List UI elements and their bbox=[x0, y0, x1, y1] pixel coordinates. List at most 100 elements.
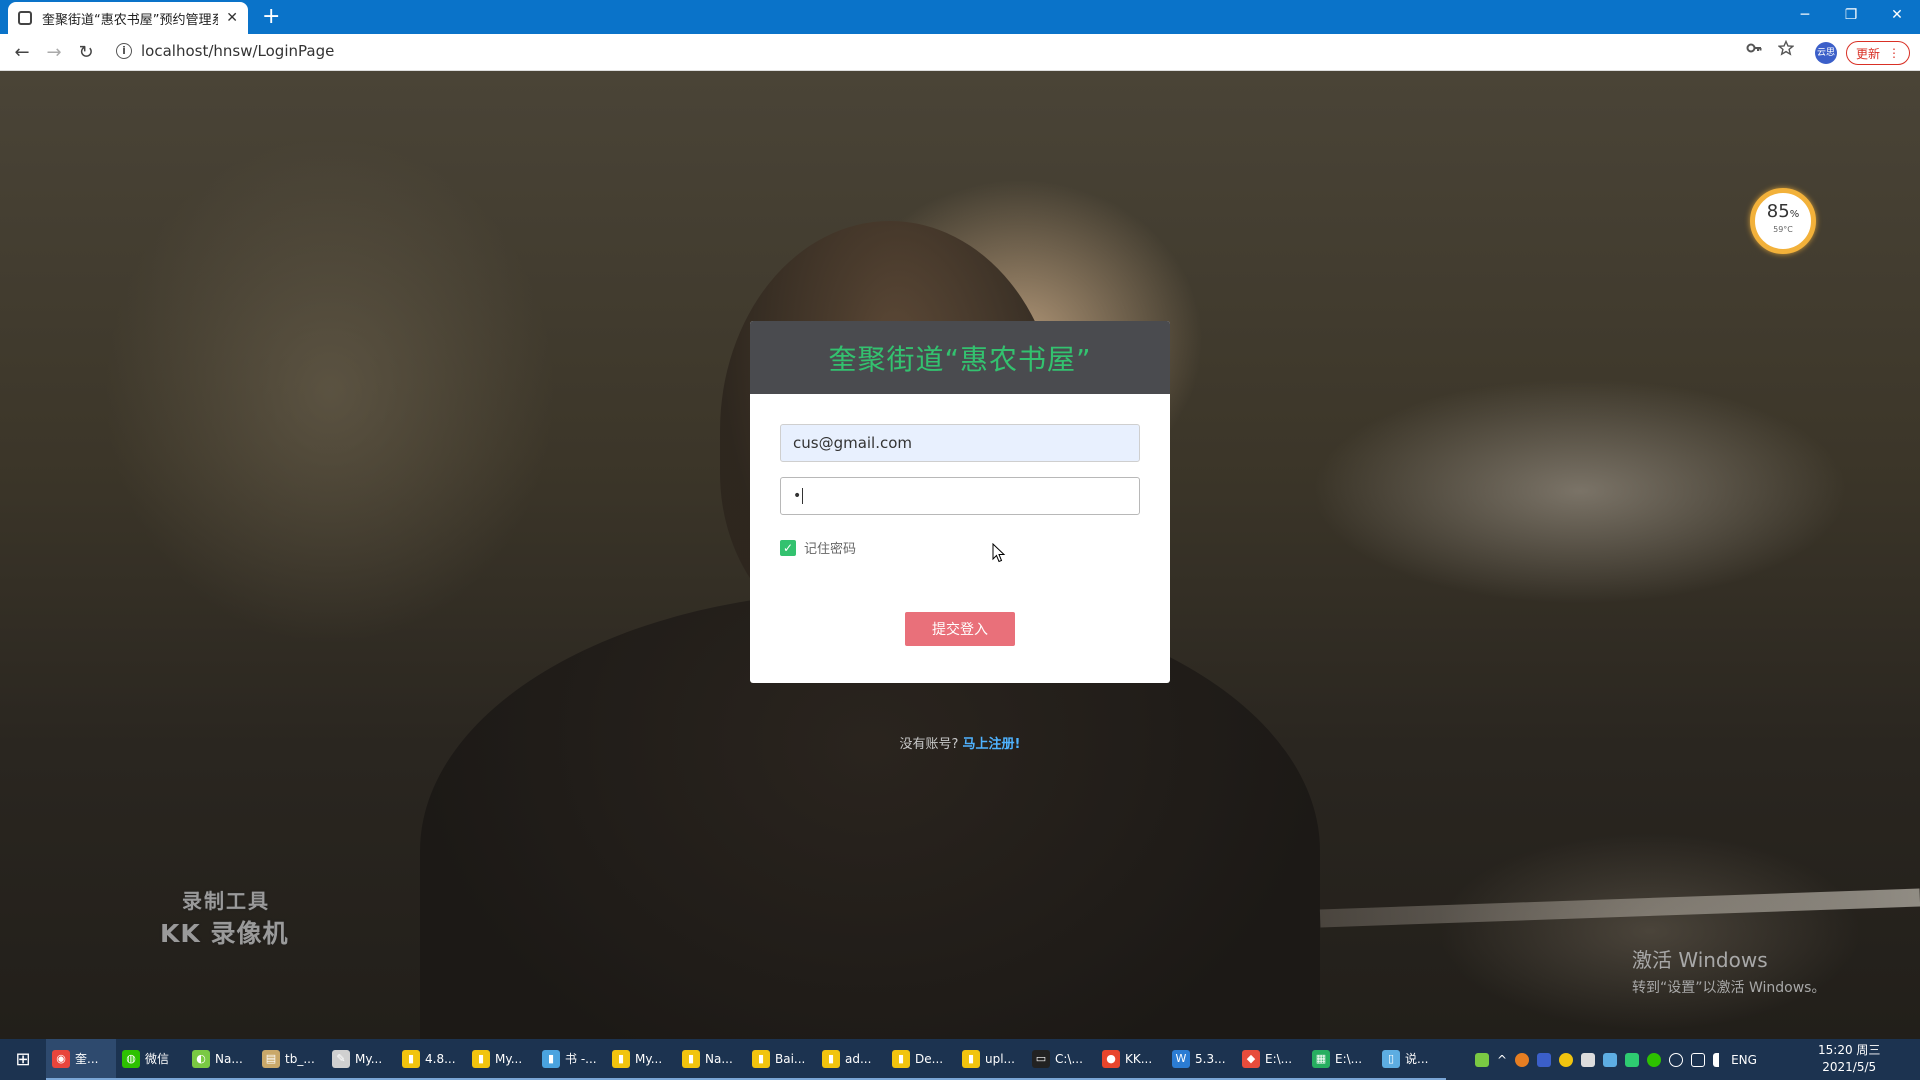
update-button[interactable]: 更新 ⋮ bbox=[1846, 41, 1910, 65]
menu-dots-icon: ⋮ bbox=[1888, 46, 1900, 60]
reload-button[interactable]: ↻ bbox=[72, 38, 100, 66]
password-input[interactable]: • bbox=[780, 477, 1140, 515]
taskbar-clock[interactable]: 15:20 周三 2021/5/5 bbox=[1818, 1042, 1880, 1076]
taskbar-item-label: E:\... bbox=[1265, 1051, 1293, 1066]
tray-bluetooth-icon[interactable] bbox=[1537, 1052, 1552, 1067]
new-tab-button[interactable]: + bbox=[262, 4, 280, 30]
tray-app-icon[interactable] bbox=[1603, 1052, 1618, 1067]
address-bar[interactable]: localhost/hnsw/LoginPage bbox=[141, 42, 334, 60]
register-prompt: 没有账号? 马上注册! bbox=[0, 733, 1920, 752]
app-icon: ▮ bbox=[822, 1049, 840, 1068]
tab-close-icon[interactable]: ✕ bbox=[226, 10, 238, 26]
taskbar-item-label: ad... bbox=[845, 1051, 872, 1066]
taskbar-items: ◉ 奎... ◍ 微信 ◐ Na... ▤ tb_... ✎ My... ▮ 4.8... ▮ My...… bbox=[46, 1039, 1446, 1080]
activate-line2: 转到“设置”以激活 Windows。 bbox=[1632, 980, 1826, 996]
site-favicon-icon bbox=[18, 11, 32, 25]
tray-app-icon[interactable] bbox=[1515, 1052, 1530, 1067]
remember-checkbox[interactable]: ✓ bbox=[780, 539, 796, 556]
tray-expand-icon[interactable]: ^ bbox=[1497, 1053, 1507, 1067]
remember-password[interactable]: ✓ 记住密码 bbox=[780, 538, 856, 557]
restore-button[interactable]: ❐ bbox=[1828, 0, 1874, 30]
tray-battery-icon[interactable] bbox=[1691, 1052, 1706, 1067]
activate-windows-notice: 激活 Windows 转到“设置”以激活 Windows。 bbox=[1632, 944, 1825, 997]
tab-title: 奎聚街道“惠农书屋”预约管理系统 bbox=[42, 12, 218, 28]
profile-avatar[interactable]: 云思 bbox=[1815, 42, 1837, 64]
email-input[interactable]: cus@gmail.com bbox=[780, 424, 1140, 462]
windows-taskbar: ⊞ ◉ 奎... ◍ 微信 ◐ Na... ▤ tb_... ✎ My... ▮ 4.8... ▮ My.… bbox=[0, 1039, 1920, 1080]
taskbar-item-label: My... bbox=[635, 1051, 663, 1066]
taskbar-item[interactable]: ▦ E:\... bbox=[1306, 1039, 1376, 1080]
register-link[interactable]: 马上注册! bbox=[963, 737, 1021, 752]
login-card: 奎聚街道“惠农书屋” cus@gmail.com • ✓ 记住密码 提交登入 bbox=[750, 321, 1170, 683]
tray-wechat-icon[interactable] bbox=[1647, 1052, 1662, 1067]
tray-app-icon[interactable] bbox=[1559, 1052, 1574, 1067]
taskbar-item-label: De... bbox=[915, 1051, 944, 1066]
taskbar-item[interactable]: ▤ tb_... bbox=[256, 1039, 326, 1080]
taskbar-item[interactable]: ▯ 说... bbox=[1376, 1039, 1446, 1080]
tray-app-icon[interactable] bbox=[1581, 1052, 1596, 1067]
back-button[interactable]: ← bbox=[8, 38, 36, 66]
taskbar-item-label: upl... bbox=[985, 1051, 1015, 1066]
app-icon: ▮ bbox=[752, 1049, 770, 1068]
app-icon: ◆ bbox=[1242, 1049, 1260, 1068]
taskbar-item[interactable]: W 5.3... bbox=[1166, 1039, 1236, 1080]
tray-language[interactable]: ENG bbox=[1731, 1053, 1757, 1067]
taskbar-item-label: 4.8... bbox=[425, 1051, 456, 1066]
app-icon: ✎ bbox=[332, 1049, 350, 1068]
taskbar-item[interactable]: ▮ Na... bbox=[676, 1039, 746, 1080]
key-icon[interactable] bbox=[1746, 40, 1762, 60]
no-account-text: 没有账号? bbox=[899, 737, 959, 752]
background-railing bbox=[1319, 888, 1920, 928]
clock-date: 2021/5/5 bbox=[1822, 1060, 1877, 1074]
tray-network-icon[interactable] bbox=[1669, 1052, 1684, 1067]
app-icon: ◐ bbox=[192, 1049, 210, 1068]
taskbar-item[interactable]: ▮ ad... bbox=[816, 1039, 886, 1080]
taskbar-item-label: My... bbox=[355, 1051, 383, 1066]
text-caret bbox=[802, 488, 804, 504]
tray-battery-icon[interactable] bbox=[1475, 1052, 1489, 1067]
taskbar-item-label: 说... bbox=[1405, 1052, 1429, 1066]
taskbar-item-label: E:\... bbox=[1335, 1051, 1363, 1066]
submit-login-button[interactable]: 提交登入 bbox=[905, 612, 1015, 646]
app-icon: ● bbox=[1102, 1049, 1120, 1068]
app-icon: ▮ bbox=[542, 1049, 560, 1068]
taskbar-item[interactable]: ▮ upl... bbox=[956, 1039, 1026, 1080]
taskbar-item[interactable]: ● KK... bbox=[1096, 1039, 1166, 1080]
taskbar-item-label: My... bbox=[495, 1051, 523, 1066]
remember-label: 记住密码 bbox=[804, 542, 857, 557]
battery-widget[interactable]: 85% 59°C bbox=[1750, 188, 1816, 254]
battery-temperature: 59°C bbox=[1773, 225, 1793, 234]
taskbar-item[interactable]: ◍ 微信 bbox=[116, 1039, 186, 1080]
battery-percent: 85% bbox=[1766, 201, 1800, 222]
taskbar-item[interactable]: ▮ 书 -... bbox=[536, 1039, 606, 1080]
site-info-icon[interactable]: i bbox=[116, 43, 132, 59]
start-button[interactable]: ⊞ bbox=[0, 1039, 46, 1080]
recorder-watermark-line2: KK 录像机 bbox=[160, 919, 289, 948]
tray-app-icon[interactable] bbox=[1625, 1052, 1640, 1067]
mouse-cursor-icon bbox=[992, 543, 1006, 563]
star-icon[interactable] bbox=[1777, 39, 1795, 60]
minimize-button[interactable]: ─ bbox=[1782, 0, 1828, 30]
taskbar-item[interactable]: ▭ C:\... bbox=[1026, 1039, 1096, 1080]
forward-button[interactable]: → bbox=[40, 38, 68, 66]
taskbar-item[interactable]: ▮ De... bbox=[886, 1039, 956, 1080]
taskbar-item-label: 5.3... bbox=[1195, 1051, 1226, 1066]
email-value: cus@gmail.com bbox=[793, 434, 913, 452]
update-label: 更新 bbox=[1855, 46, 1880, 61]
app-icon: ◉ bbox=[52, 1049, 70, 1068]
taskbar-item[interactable]: ◆ E:\... bbox=[1236, 1039, 1306, 1080]
browser-tab[interactable]: 奎聚街道“惠农书屋”预约管理系统 ✕ bbox=[8, 2, 248, 34]
system-tray: ^ ENG bbox=[1475, 1039, 1757, 1080]
taskbar-item[interactable]: ◐ Na... bbox=[186, 1039, 256, 1080]
taskbar-item[interactable]: ▮ Bai... bbox=[746, 1039, 816, 1080]
recorder-watermark: 录制工具 KK 录像机 bbox=[160, 885, 288, 950]
close-window-button[interactable]: ✕ bbox=[1874, 0, 1920, 30]
tray-volume-icon[interactable] bbox=[1713, 1052, 1723, 1067]
taskbar-item[interactable]: ▮ My... bbox=[606, 1039, 676, 1080]
taskbar-item[interactable]: ▮ 4.8... bbox=[396, 1039, 466, 1080]
taskbar-item-label: 奎... bbox=[75, 1052, 99, 1066]
taskbar-item[interactable]: ▮ My... bbox=[466, 1039, 536, 1080]
taskbar-item-label: tb_... bbox=[285, 1051, 315, 1066]
taskbar-item[interactable]: ✎ My... bbox=[326, 1039, 396, 1080]
taskbar-item[interactable]: ◉ 奎... bbox=[46, 1039, 116, 1080]
